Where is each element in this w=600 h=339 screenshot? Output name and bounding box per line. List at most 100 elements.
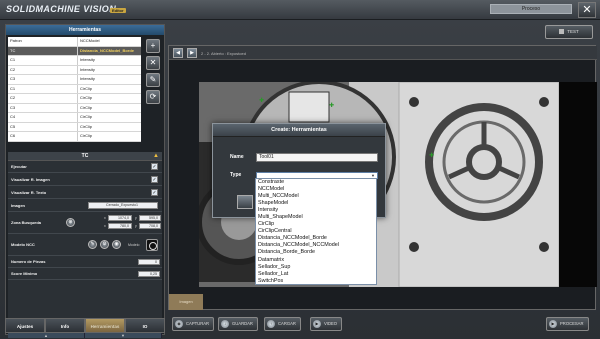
visualizar-texto-label: Visualizar R. Texto — [11, 190, 47, 195]
table-row[interactable]: C1 CirClip — [8, 84, 141, 94]
dropdown-option[interactable]: Distancia_Borde_Borde — [256, 249, 376, 256]
table-row[interactable]: C4 CirClip — [8, 113, 141, 123]
numero-piezas-label: Numero de Piezas — [11, 259, 46, 264]
model-thumbnail[interactable] — [146, 239, 158, 251]
dropdown-option[interactable]: Datamatrix — [256, 257, 376, 264]
procesar-button[interactable]: ▶ PROCESAR — [546, 317, 589, 331]
dropdown-option[interactable]: Distancia_NCCModel_Borde — [256, 235, 376, 242]
tool-type: NCCModel — [80, 38, 100, 43]
svg-text:✚: ✚ — [329, 102, 334, 109]
imagen-select[interactable]: Cerrado_Expuesto1 — [88, 202, 158, 209]
table-row-selected[interactable]: TC Distancia_NCCModel_Borde — [8, 46, 141, 56]
title-bar: SOLIDMACHINE VISION Editor Proceso ✕ — [0, 0, 600, 20]
zona-x2-prefix: x — [104, 224, 106, 228]
score-minimo-row: Score Minimo 0,25 — [8, 268, 162, 280]
dropdown-option[interactable]: Multi_NCCModel — [256, 193, 376, 200]
dropdown-option[interactable]: Multi_ShapeModel — [256, 214, 376, 221]
image-border-right — [559, 82, 597, 287]
tool-name-input[interactable]: Tool01 — [256, 153, 378, 162]
dropdown-option[interactable]: SwitchPos — [256, 278, 376, 284]
numero-piezas-input[interactable]: 0 — [138, 259, 160, 265]
dropdown-option[interactable]: Distancia_NCCModel_NCCModel — [256, 242, 376, 249]
test-label: TEST — [567, 29, 579, 34]
dropdown-option[interactable]: Constraste — [256, 179, 376, 186]
tool-name: TC — [8, 46, 78, 55]
ejecutar-label: Ejecutar — [11, 164, 27, 169]
tab-ajustes[interactable]: Ajustes — [5, 318, 45, 333]
tool-type: Intensity — [80, 66, 95, 72]
video-icon: ▶ — [313, 320, 321, 328]
table-row[interactable]: C6 CirClip — [8, 132, 141, 142]
next-image-button[interactable]: ▶ — [187, 48, 197, 58]
cargar-button[interactable]: ↑ CARGAR — [264, 317, 301, 331]
save-icon: ↓ — [221, 320, 229, 328]
table-row[interactable]: C5 CirClip — [8, 122, 141, 132]
dropdown-option[interactable]: Sellador_Lat — [256, 271, 376, 278]
edit-tool-button[interactable]: ✎ — [146, 73, 160, 87]
visualizar-texto-checkbox[interactable]: ✓ — [151, 189, 158, 196]
zona-busqueda-label: Zona Busqueda — [11, 220, 42, 225]
video-label: VIDEO — [324, 321, 338, 326]
guardar-button[interactable]: ↓ GUARDAR — [218, 317, 258, 331]
visualizar-imagen-checkbox[interactable]: ✓ — [151, 176, 158, 183]
zona-y1-input[interactable]: 595,0 — [139, 215, 161, 221]
table-row[interactable]: C3 Intensity — [8, 75, 141, 85]
zona-x1-prefix: x — [104, 216, 106, 220]
capturar-button[interactable]: ◉ CAPTURAR — [172, 317, 215, 331]
modelo-text: Modelo — [128, 243, 140, 247]
score-minimo-label: Score Minimo — [11, 271, 38, 276]
ejecutar-row: Ejecutar ✓ — [8, 161, 162, 173]
zona-x2-input[interactable]: 780,0 — [108, 223, 132, 229]
dropdown-option[interactable]: NCCModel — [256, 186, 376, 193]
dropdown-option[interactable]: ShapeModel — [256, 200, 376, 207]
svg-text:✚: ✚ — [429, 152, 434, 159]
dropdown-option[interactable]: Intensity — [256, 207, 376, 214]
process-icon: ▶ — [549, 320, 557, 328]
table-row[interactable]: C3 CirClip — [8, 103, 141, 113]
score-minimo-input[interactable]: 0,25 — [138, 271, 160, 277]
table-row[interactable]: C2 CirClip — [8, 94, 141, 104]
tools-panel: Herramientas Patron NCCModel TC Distancia_… — [5, 24, 165, 338]
refresh-tool-button[interactable]: ⟳ — [146, 90, 160, 104]
zona-x1-input[interactable]: 1074,0 — [108, 215, 132, 221]
dropdown-option[interactable]: Sellador_Sup — [256, 264, 376, 271]
tab-io[interactable]: IO — [125, 318, 165, 333]
tool-type: Distancia_NCCModel_Borde — [80, 47, 135, 53]
dropdown-option[interactable]: CirClipCentral — [256, 228, 376, 235]
load-icon: ↑ — [267, 320, 275, 328]
crosshair-icon[interactable]: ⊕ — [66, 218, 75, 227]
video-button[interactable]: ▶ VIDEO — [310, 317, 343, 331]
tools-panel-title: Herramientas — [6, 25, 164, 35]
add-tool-button[interactable]: + — [146, 39, 160, 53]
model-train-icon[interactable]: ⚙ — [100, 240, 109, 249]
delete-tool-button[interactable]: ✕ — [146, 56, 160, 70]
tool-type: CirClip — [80, 114, 92, 119]
zona-y1-prefix: y — [135, 216, 137, 220]
tool-actions: + ✕ ✎ ⟳ — [146, 39, 162, 107]
close-button[interactable]: ✕ — [578, 2, 596, 18]
tool-name: C6 — [8, 132, 78, 141]
table-row[interactable]: C2 Intensity — [8, 65, 141, 75]
imagen-tab[interactable]: Imagen — [169, 294, 203, 310]
tool-properties-name: TC — [81, 153, 89, 159]
dropdown-option[interactable]: CirClip — [256, 221, 376, 228]
dialog-title: Create: Herramientas — [213, 124, 385, 137]
editor-badge: Editor — [110, 8, 126, 13]
model-view-icon[interactable]: ◉ — [112, 240, 121, 249]
tab-info[interactable]: Info — [45, 318, 85, 333]
model-edit-icon[interactable]: ✎ — [88, 240, 97, 249]
modelo-ncc-label: Modelo NCC — [11, 242, 35, 247]
tool-name: C5 — [8, 122, 78, 131]
zona-y2-input[interactable]: 708,0 — [139, 223, 161, 229]
prev-image-button[interactable]: ◀ — [173, 48, 183, 58]
app-window: SOLIDMACHINE VISION Editor Proceso ✕ Her… — [0, 0, 600, 339]
tab-herramientas[interactable]: Herramientas — [85, 318, 125, 333]
procesar-label: PROCESAR — [560, 321, 584, 326]
dialog-ok-button[interactable] — [237, 195, 253, 209]
table-row[interactable]: C1 Intensity — [8, 56, 141, 66]
table-row[interactable]: Patron NCCModel — [8, 37, 141, 47]
svg-text:✚: ✚ — [259, 97, 264, 104]
ejecutar-checkbox[interactable]: ✓ — [151, 163, 158, 170]
proceso-field[interactable]: Proceso — [490, 4, 572, 14]
test-button[interactable]: TEST — [545, 25, 593, 39]
